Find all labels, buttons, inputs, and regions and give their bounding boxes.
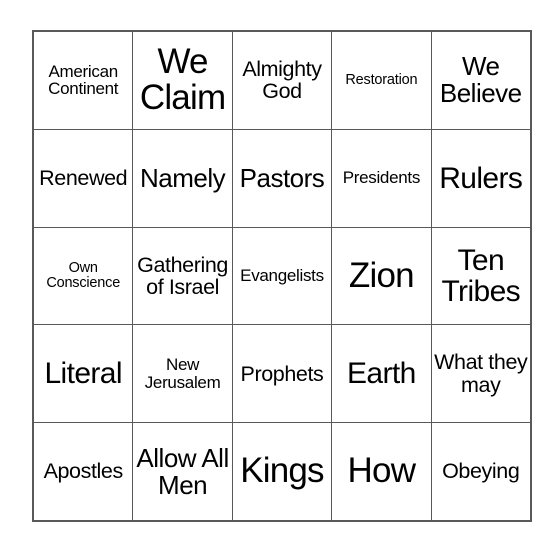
bingo-row: American Continent We Claim Almighty God…	[32, 30, 532, 130]
bingo-cell[interactable]: Renewed	[32, 128, 134, 228]
bingo-cell-label: Own Conscience	[46, 259, 121, 291]
bingo-cell[interactable]: Literal	[32, 324, 134, 424]
bingo-cell[interactable]: Obeying	[430, 422, 532, 522]
bingo-cell-label: Almighty God	[242, 57, 322, 104]
bingo-cell-label: Namely	[140, 162, 226, 193]
bingo-cell-label: Gathering of Israel	[137, 252, 228, 299]
bingo-card-container: American Continent We Claim Almighty God…	[32, 30, 532, 522]
bingo-cell-label: Pastors	[239, 162, 325, 193]
bingo-cell-label: We Claim	[139, 42, 226, 118]
bingo-cell-label: Prophets	[240, 361, 324, 386]
bingo-cell-label: Allow All Men	[136, 442, 229, 500]
bingo-cell-label: Renewed	[39, 166, 128, 191]
bingo-cell[interactable]: Restoration	[331, 30, 432, 130]
bingo-cell-label: Presidents	[342, 168, 421, 188]
bingo-cell[interactable]: American Continent	[32, 30, 134, 130]
bingo-cell-label: New Jerusalem	[144, 355, 221, 392]
bingo-row: Apostles Allow All Men Kings How Obeying	[32, 422, 532, 522]
bingo-cell[interactable]: Ten Tribes	[430, 226, 532, 326]
bingo-grid: American Continent We Claim Almighty God…	[32, 30, 532, 522]
bingo-row: Own Conscience Gathering of Israel Evang…	[32, 226, 532, 326]
bingo-cell[interactable]: Almighty God	[231, 30, 333, 130]
bingo-cell-label: Obeying	[442, 459, 520, 484]
bingo-row: Literal New Jerusalem Prophets Earth Wha…	[32, 324, 532, 424]
bingo-cell-label: Earth	[347, 357, 416, 391]
bingo-cell[interactable]: New Jerusalem	[132, 324, 233, 424]
bingo-cell-label: Restoration	[345, 71, 418, 88]
bingo-cell[interactable]: What they may	[430, 324, 532, 424]
bingo-cell[interactable]: Pastors	[231, 128, 333, 228]
bingo-cell-label: What they may	[434, 350, 528, 397]
bingo-cell[interactable]: Earth	[331, 324, 432, 424]
bingo-cell[interactable]: We Believe	[430, 30, 532, 130]
bingo-cell[interactable]: Prophets	[231, 324, 333, 424]
bingo-row: Renewed Namely Pastors Presidents Rulers	[32, 128, 532, 228]
bingo-cell-label: Rulers	[439, 161, 523, 195]
bingo-cell[interactable]: Zion	[331, 226, 432, 326]
bingo-cell[interactable]: We Claim	[132, 30, 233, 130]
bingo-cell-label: Ten Tribes	[441, 243, 521, 308]
bingo-cell-label: Evangelists	[240, 266, 324, 286]
bingo-cell-label: Kings	[240, 451, 324, 491]
bingo-cell-label: How	[347, 451, 416, 491]
bingo-cell-label: Zion	[348, 255, 415, 295]
bingo-cell-label: Literal	[44, 357, 122, 391]
bingo-cell[interactable]: Presidents	[331, 128, 432, 228]
bingo-cell-label: American Continent	[48, 61, 119, 99]
bingo-cell[interactable]: Namely	[132, 128, 233, 228]
bingo-cell[interactable]: Apostles	[32, 422, 134, 522]
bingo-cell-label: We Believe	[439, 51, 522, 109]
bingo-cell[interactable]: Evangelists	[231, 226, 333, 326]
bingo-cell[interactable]: Rulers	[430, 128, 532, 228]
bingo-cell-label: Apostles	[43, 459, 124, 484]
bingo-grid-body: American Continent We Claim Almighty God…	[32, 30, 532, 522]
bingo-cell[interactable]: Gathering of Israel	[132, 226, 233, 326]
bingo-cell[interactable]: Kings	[231, 422, 333, 522]
bingo-cell[interactable]: How	[331, 422, 432, 522]
bingo-cell[interactable]: Allow All Men	[132, 422, 233, 522]
bingo-cell[interactable]: Own Conscience	[32, 226, 134, 326]
